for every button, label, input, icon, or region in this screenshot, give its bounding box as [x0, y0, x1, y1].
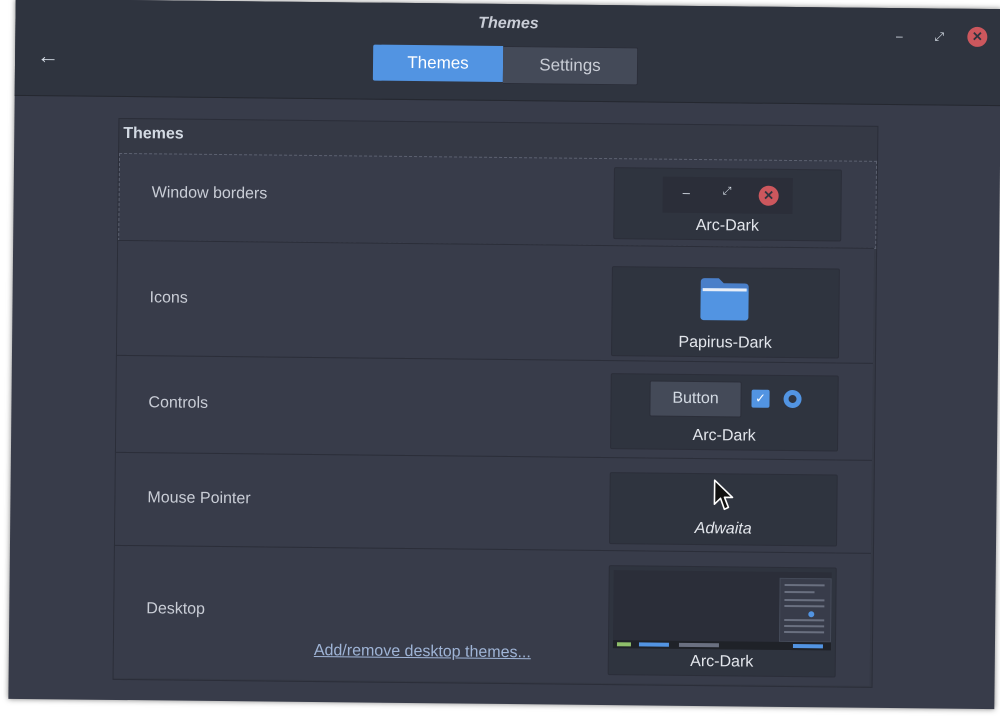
- cursor-arrow-icon: [713, 479, 734, 511]
- maximize-icon: ⤢: [722, 185, 732, 198]
- desktop-value: Arc-Dark: [690, 652, 754, 671]
- controls-value: Arc-Dark: [692, 426, 756, 445]
- window-borders-value: Arc-Dark: [695, 216, 759, 235]
- minimize-button[interactable]: –: [889, 26, 909, 46]
- checkbox-checked-icon: ✓: [751, 389, 770, 408]
- tab-themes[interactable]: Themes: [372, 44, 504, 82]
- window-title: Themes: [478, 14, 539, 33]
- row-label-window-borders: Window borders: [151, 184, 268, 203]
- radio-selected-icon: [783, 389, 802, 409]
- folder-icon: [700, 278, 749, 321]
- back-button[interactable]: ←: [33, 43, 63, 69]
- row-label-desktop: Desktop: [146, 600, 206, 618]
- minimize-icon: –: [682, 184, 691, 200]
- section-title: Themes: [123, 124, 184, 143]
- close-icon: ✕: [758, 185, 779, 206]
- tab-settings[interactable]: Settings: [502, 45, 639, 86]
- controls-chooser[interactable]: Button ✓ Arc-Dark: [610, 373, 839, 452]
- arrow-left-icon: ←: [36, 43, 60, 69]
- mouse-pointer-value: Adwaita: [694, 519, 752, 538]
- row-label-controls: Controls: [148, 394, 209, 412]
- window-borders-chooser[interactable]: – ⤢ ✕ Arc-Dark: [613, 167, 842, 242]
- calendar-widget-icon: [779, 577, 832, 643]
- desktop-preview: [612, 570, 832, 651]
- row-desktop: Desktop Add/remove desktop themes... Arc…: [113, 544, 871, 686]
- row-label-mouse-pointer: Mouse Pointer: [147, 489, 251, 508]
- window-borders-preview: – ⤢ ✕: [662, 176, 793, 215]
- icons-value: Papirus-Dark: [678, 333, 772, 352]
- tab-bar: Themes Settings: [372, 44, 639, 86]
- themes-window: Themes ← Themes Settings – ⤢ ✕ Themes Wi…: [8, 0, 1000, 710]
- desktop-chooser[interactable]: Arc-Dark: [607, 565, 837, 678]
- close-button[interactable]: ✕: [967, 26, 988, 48]
- add-remove-desktop-themes-link[interactable]: Add/remove desktop themes...: [314, 642, 531, 662]
- icons-chooser[interactable]: Papirus-Dark: [610, 266, 840, 359]
- row-mouse-pointer: Mouse Pointer Adwaita: [114, 451, 872, 553]
- row-icons: Icons Papirus-Dark: [116, 239, 875, 363]
- row-window-borders: Window borders – ⤢ ✕ Arc-Dark: [118, 152, 878, 249]
- sample-button: Button: [649, 380, 742, 418]
- mouse-pointer-chooser[interactable]: Adwaita: [609, 472, 838, 547]
- desktop-panel-preview: [612, 640, 831, 651]
- row-label-icons: Icons: [149, 289, 188, 307]
- header-bar: Themes ← Themes Settings – ⤢ ✕: [14, 0, 1000, 107]
- maximize-button[interactable]: ⤢: [929, 26, 949, 46]
- row-controls: Controls Button ✓ Arc-Dark: [115, 354, 873, 460]
- themes-panel: Themes Window borders – ⤢ ✕ Arc-Dark Ico…: [112, 117, 879, 688]
